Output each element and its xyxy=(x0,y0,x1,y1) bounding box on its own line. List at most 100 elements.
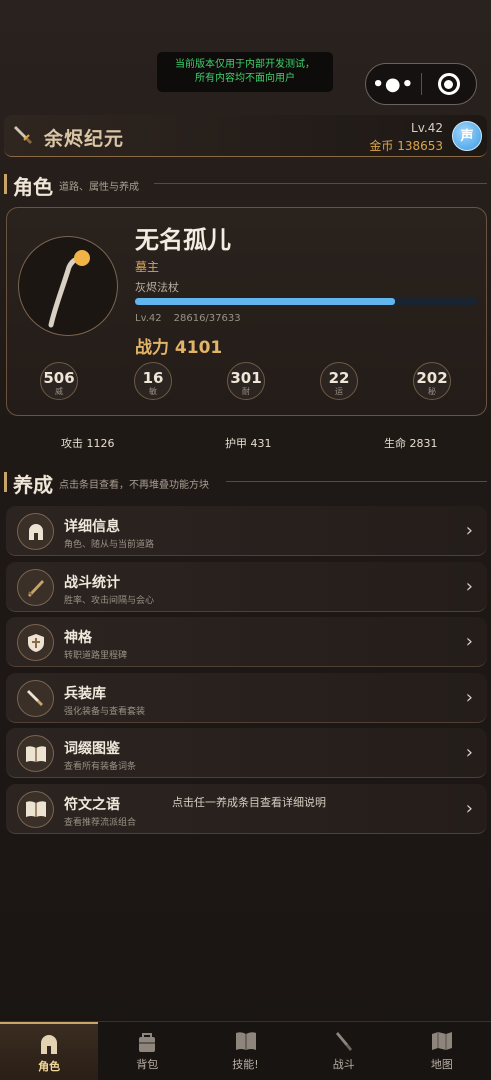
menu-item-title: 符文之语 xyxy=(64,796,120,813)
gold-count: 金币 138653 xyxy=(369,139,443,153)
staff-icon xyxy=(48,250,90,328)
menu-item-title: 战斗统计 xyxy=(64,574,120,591)
tab-label: 角色 xyxy=(38,1060,61,1073)
sound-toggle-button[interactable]: 声 xyxy=(452,121,482,151)
menu-item-subtitle: 角色、随从与当前道路 xyxy=(64,540,155,550)
player-level: Lv.42 xyxy=(411,121,443,135)
armor-stat: 护甲 431 xyxy=(225,437,272,450)
stat-label: 敏 xyxy=(149,387,157,396)
stat-value: 506 xyxy=(43,369,75,387)
menu-item-combat-stats[interactable]: 战斗统计 胜率、攻击间隔与会心 › xyxy=(6,561,487,612)
stat-value: 301 xyxy=(230,369,262,387)
helmet-icon xyxy=(0,1033,98,1055)
cultivate-section-header: 养成 点击条目查看，不再堆叠功能方块 xyxy=(4,470,487,497)
menu-item-subtitle: 强化装备与查看套装 xyxy=(64,706,146,717)
section-subtitle: 道路、属性与养成 xyxy=(59,182,139,193)
chevron-right-icon: › xyxy=(465,686,473,708)
game-title: 余烬纪元 xyxy=(44,128,125,150)
menu-item-affix-codex[interactable]: 词缀图鉴 查看所有装备词条 › xyxy=(6,728,487,779)
menu-item-divinity[interactable]: 神格 转职道路里程碑 › xyxy=(6,617,487,668)
hint-toast: 点击任一养成条目查看详细说明 xyxy=(172,796,326,809)
menu-item-subtitle: 查看所有装备词条 xyxy=(64,762,137,773)
combat-power: 战力 4101 xyxy=(135,338,223,358)
cultivation-menu: 详细信息 角色、随从与当前道路 › 战斗统计 胜率、攻击间隔与会心 › 神格 转… xyxy=(6,506,487,840)
bag-icon xyxy=(98,1031,196,1053)
book-icon xyxy=(196,1031,294,1053)
dagger-icon xyxy=(17,679,54,717)
dev-notice-line2: 所有内容均不面向用户 xyxy=(195,73,295,84)
menu-item-title: 详细信息 xyxy=(64,519,120,535)
section-accent-bar xyxy=(4,472,7,492)
menu-item-title: 神格 xyxy=(64,630,92,647)
character-section-header: 角色 道路、属性与养成 xyxy=(4,172,487,199)
bottom-tab-bar: 角色 背包 技能! 战斗 地图 xyxy=(0,1021,491,1080)
life-stat: 生命 2831 xyxy=(384,437,438,450)
section-divider xyxy=(154,183,487,184)
book-icon xyxy=(17,735,54,773)
stat-label: 运 xyxy=(335,387,343,396)
menu-item-details[interactable]: 详细信息 角色、随从与当前道路 › xyxy=(6,506,487,556)
map-icon xyxy=(393,1031,491,1053)
chevron-right-icon: › xyxy=(465,520,473,541)
game-header: 余烬纪元 Lv.42 金币 138653 声 xyxy=(4,115,487,157)
stat-badge: 22 运 xyxy=(320,362,358,400)
stat-badge: 16 敏 xyxy=(134,362,172,400)
tab-map[interactable]: 地图 xyxy=(393,1022,491,1080)
stat-badge: 202 秘 xyxy=(413,362,451,400)
shield-icon xyxy=(17,624,54,662)
section-title: 养成 xyxy=(13,473,53,497)
stat-label: 耐 xyxy=(242,387,250,396)
tab-battle[interactable]: 战斗 xyxy=(295,1022,393,1080)
stat-value: 22 xyxy=(328,369,350,387)
menu-item-armory[interactable]: 兵装库 强化装备与查看套装 › xyxy=(6,672,487,723)
blade-icon xyxy=(17,568,54,606)
section-title: 角色 xyxy=(13,175,53,199)
xp-text: 28616/37633 xyxy=(173,313,241,324)
close-miniprogram-button[interactable] xyxy=(421,73,476,95)
character-portrait xyxy=(18,236,118,336)
character-class: 墓主 xyxy=(135,260,160,274)
chevron-right-icon: › xyxy=(465,742,473,764)
stat-label: 威 xyxy=(55,387,63,396)
stat-value: 202 xyxy=(416,369,448,387)
menu-item-subtitle: 胜率、攻击间隔与会心 xyxy=(64,595,155,606)
tab-character[interactable]: 角色 xyxy=(0,1022,99,1080)
character-weapon: 灰烬法杖 xyxy=(135,281,179,294)
helmet-icon xyxy=(17,513,54,550)
chevron-right-icon: › xyxy=(465,631,473,653)
section-divider xyxy=(226,481,487,482)
section-subtitle: 点击条目查看，不再堆叠功能方块 xyxy=(59,480,209,491)
sword-icon xyxy=(295,1031,393,1053)
tab-skills[interactable]: 技能! xyxy=(196,1022,294,1080)
character-card: 无名孤儿 墓主 灰烬法杖 Lv.42 28616/37633 战力 4101 50… xyxy=(6,207,487,416)
xp-level: Lv.42 xyxy=(135,313,162,324)
tab-label: 背包 xyxy=(136,1058,159,1071)
more-menu-button[interactable]: •●• xyxy=(366,74,421,95)
tab-label: 战斗 xyxy=(332,1058,355,1071)
stat-label: 秘 xyxy=(428,387,436,396)
chevron-right-icon: › xyxy=(465,797,473,819)
menu-item-title: 词缀图鉴 xyxy=(64,741,120,758)
menu-item-title: 兵装库 xyxy=(64,685,106,702)
stat-badge: 301 耐 xyxy=(227,362,265,400)
xp-bar xyxy=(135,298,477,305)
book-icon xyxy=(17,790,54,828)
chevron-right-icon: › xyxy=(465,575,473,597)
menu-item-subtitle: 转职道路里程碑 xyxy=(64,651,128,662)
menu-item-subtitle: 查看推荐流派组合 xyxy=(64,817,137,828)
section-accent-bar xyxy=(4,174,7,194)
xp-bar-fill xyxy=(135,298,395,305)
dev-notice: 当前版本仅用于内部开发测试， 所有内容均不面向用户 xyxy=(157,52,333,92)
tab-label: 地图 xyxy=(430,1058,453,1071)
dagger-logo-icon xyxy=(14,126,32,144)
xp-readout: Lv.42 28616/37633 xyxy=(135,313,253,324)
miniprogram-capsule: •●• xyxy=(365,63,477,105)
tab-backpack[interactable]: 背包 xyxy=(98,1022,196,1080)
character-name: 无名孤儿 xyxy=(135,226,231,254)
attack-stat: 攻击 1126 xyxy=(61,437,115,450)
dev-notice-line1: 当前版本仅用于内部开发测试， xyxy=(175,59,315,70)
record-icon xyxy=(437,73,460,95)
stat-value: 16 xyxy=(142,369,164,387)
tab-label: 技能! xyxy=(232,1058,259,1071)
stat-badge: 506 威 xyxy=(40,362,78,400)
